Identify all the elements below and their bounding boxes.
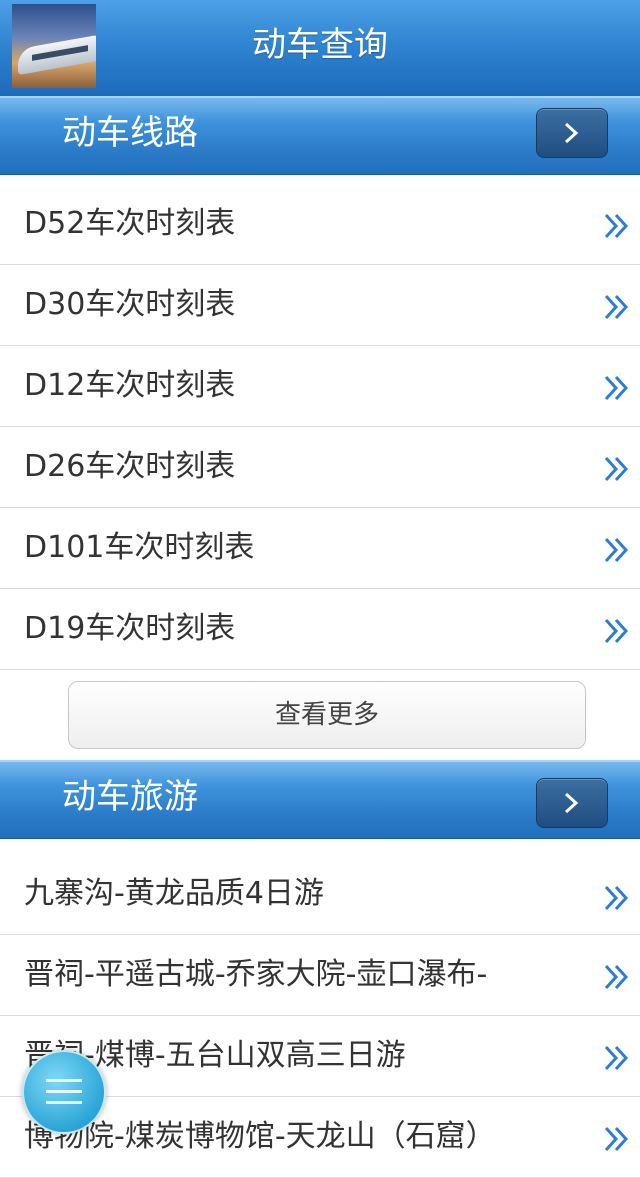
- list-item-label: D26车次时刻表: [24, 449, 236, 484]
- list-item[interactable]: D12车次时刻表: [0, 346, 640, 427]
- floating-menu-button[interactable]: [22, 1050, 106, 1134]
- list-item[interactable]: 九寨沟-黄龙品质4日游: [0, 854, 640, 935]
- section-title: 动车线路: [62, 113, 198, 153]
- double-chevron-icon: [604, 618, 629, 644]
- section-header-routes: 动车线路: [0, 96, 640, 175]
- list-item-label: 晋祠-平遥古城-乔家大院-壶口瀑布-: [24, 957, 488, 992]
- tours-more-button[interactable]: [536, 778, 608, 828]
- double-chevron-icon: [604, 294, 629, 320]
- list-item[interactable]: 晋祠-平遥古城-乔家大院-壶口瀑布-: [0, 935, 640, 1016]
- list-item-label: D19车次时刻表: [24, 611, 236, 646]
- menu-icon: [46, 1079, 82, 1082]
- view-more-button[interactable]: 查看更多: [68, 681, 586, 749]
- section-title: 动车旅游: [62, 777, 198, 817]
- chevron-right-icon: [564, 792, 579, 814]
- list-item-label: D30车次时刻表: [24, 287, 236, 322]
- chevron-right-icon: [564, 122, 579, 144]
- list-item-label: D52车次时刻表: [24, 206, 236, 241]
- top-bar: 动车查询: [0, 0, 640, 97]
- double-chevron-icon: [604, 375, 629, 401]
- double-chevron-icon: [604, 456, 629, 482]
- list-item[interactable]: D30车次时刻表: [0, 265, 640, 346]
- double-chevron-icon: [604, 964, 629, 990]
- tours-list: 九寨沟-黄龙品质4日游 晋祠-平遥古城-乔家大院-壶口瀑布- 晋祠-煤博-五台山…: [0, 854, 640, 1178]
- double-chevron-icon: [604, 213, 629, 239]
- section-header-tours: 动车旅游: [0, 760, 640, 839]
- list-item-label: 九寨沟-黄龙品质4日游: [24, 876, 324, 911]
- list-item[interactable]: D52车次时刻表: [0, 184, 640, 265]
- list-item-label: D12车次时刻表: [24, 368, 236, 403]
- list-item[interactable]: D26车次时刻表: [0, 427, 640, 508]
- page-title: 动车查询: [252, 25, 388, 65]
- double-chevron-icon: [604, 885, 629, 911]
- list-item[interactable]: D101车次时刻表: [0, 508, 640, 589]
- routes-list: D52车次时刻表 D30车次时刻表 D12车次时刻表 D26车次时刻表 D101…: [0, 184, 640, 670]
- double-chevron-icon: [604, 1126, 629, 1152]
- list-item-label: D101车次时刻表: [24, 530, 255, 565]
- routes-more-button[interactable]: [536, 108, 608, 158]
- double-chevron-icon: [604, 1045, 629, 1071]
- double-chevron-icon: [604, 537, 629, 563]
- list-item[interactable]: D19车次时刻表: [0, 589, 640, 670]
